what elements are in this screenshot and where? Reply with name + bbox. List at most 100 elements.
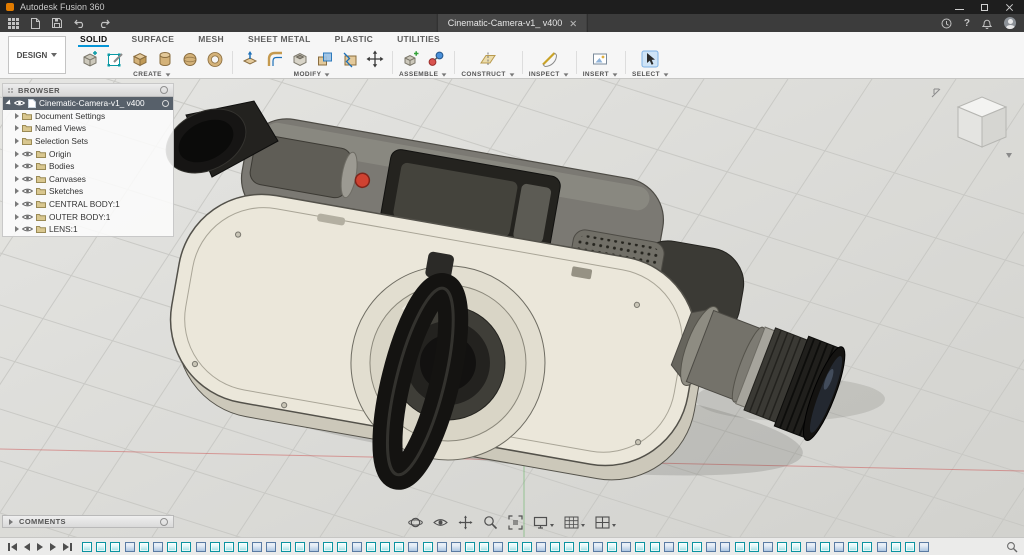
timeline-feature-icon[interactable] — [791, 542, 801, 552]
timeline-feature-icon[interactable] — [621, 542, 631, 552]
timeline-play-button[interactable] — [35, 543, 45, 551]
browser-row[interactable]: Document Settings — [3, 110, 173, 123]
file-menu-icon[interactable] — [31, 18, 40, 29]
browser-row[interactable]: Bodies — [3, 160, 173, 173]
timeline-feature-icon[interactable] — [451, 542, 461, 552]
browser-header[interactable]: BROWSER — [3, 84, 173, 97]
timeline-feature-icon[interactable] — [777, 542, 787, 552]
activate-component-radio[interactable] — [162, 100, 169, 107]
timeline-feature-icon[interactable] — [281, 542, 291, 552]
ribbon-tab[interactable]: UTILITIES — [395, 34, 442, 47]
browser-row[interactable]: LENS:1 — [3, 223, 173, 236]
visibility-eye-icon[interactable] — [22, 162, 33, 170]
tree-caret-icon[interactable] — [15, 151, 19, 157]
timeline-feature-icon[interactable] — [437, 542, 447, 552]
ribbon-tab[interactable]: SHEET METAL — [246, 34, 313, 47]
timeline-feature-icon[interactable] — [607, 542, 617, 552]
tree-caret-icon[interactable] — [15, 201, 19, 207]
timeline-feature-icon[interactable] — [110, 542, 120, 552]
comments-sync-icon[interactable] — [160, 518, 168, 526]
timeline-feature-icon[interactable] — [735, 542, 745, 552]
look-at-icon[interactable] — [433, 515, 448, 530]
timeline-feature-icon[interactable] — [848, 542, 858, 552]
timeline-feature-icon[interactable] — [706, 542, 716, 552]
timeline-feature-icon[interactable] — [181, 542, 191, 552]
timeline-feature-icon[interactable] — [536, 542, 546, 552]
timeline-step-forward-button[interactable] — [48, 543, 58, 551]
timeline-feature-icon[interactable] — [266, 542, 276, 552]
select-icon[interactable] — [640, 48, 661, 69]
job-status-icon[interactable] — [941, 18, 952, 29]
tree-caret-icon[interactable] — [15, 163, 19, 169]
tree-caret-icon[interactable] — [15, 226, 19, 232]
group-label-modify[interactable]: MODIFY — [294, 71, 331, 78]
timeline-feature-icon[interactable] — [493, 542, 503, 552]
timeline-feature-icon[interactable] — [891, 542, 901, 552]
zoom-icon[interactable] — [483, 515, 498, 530]
visibility-eye-icon[interactable] — [22, 200, 33, 208]
minimize-icon[interactable] — [955, 3, 964, 12]
timeline-feature-icon[interactable] — [550, 542, 560, 552]
tree-caret-icon[interactable] — [15, 176, 19, 182]
viewports-icon[interactable] — [595, 516, 616, 529]
notifications-bell-icon[interactable] — [982, 18, 992, 29]
timeline-feature-icon[interactable] — [465, 542, 475, 552]
timeline-feature-icon[interactable] — [664, 542, 674, 552]
timeline-feature-icon[interactable] — [650, 542, 660, 552]
visibility-eye-icon[interactable] — [22, 213, 33, 221]
group-label-construct[interactable]: CONSTRUCT — [461, 71, 514, 78]
press-pull-icon[interactable] — [239, 48, 260, 69]
save-icon[interactable] — [52, 18, 62, 28]
group-label-create[interactable]: CREATE — [133, 71, 171, 78]
timeline-feature-icon[interactable] — [252, 542, 262, 552]
data-panel-toggle-icon[interactable] — [8, 18, 19, 29]
ribbon-tab[interactable]: SOLID — [78, 34, 109, 47]
timeline-feature-icon[interactable] — [224, 542, 234, 552]
browser-row[interactable]: Sketches — [3, 185, 173, 198]
ribbon-tab[interactable]: MESH — [196, 34, 226, 47]
fillet-icon[interactable] — [264, 48, 285, 69]
cylinder-primitive-icon[interactable] — [154, 48, 175, 69]
measure-icon[interactable] — [538, 48, 559, 69]
browser-collapse-icon[interactable] — [160, 86, 168, 94]
view-cube[interactable] — [928, 83, 1016, 165]
group-label-insert[interactable]: INSERT — [583, 71, 618, 78]
timeline-feature-icon[interactable] — [862, 542, 872, 552]
create-sketch-icon[interactable] — [104, 48, 125, 69]
tree-caret-icon[interactable] — [15, 188, 19, 194]
timeline-feature-icon[interactable] — [210, 542, 220, 552]
timeline-feature-icon[interactable] — [423, 542, 433, 552]
display-settings-icon[interactable] — [533, 516, 554, 529]
timeline-feature-icon[interactable] — [820, 542, 830, 552]
timeline-feature-icon[interactable] — [380, 542, 390, 552]
timeline-feature-icon[interactable] — [337, 542, 347, 552]
orbit-icon[interactable] — [408, 515, 423, 530]
timeline-feature-icon[interactable] — [508, 542, 518, 552]
group-label-inspect[interactable]: INSPECT — [529, 71, 569, 78]
expand-icon[interactable] — [9, 519, 13, 525]
sphere-primitive-icon[interactable] — [179, 48, 200, 69]
timeline-skip-end-button[interactable] — [61, 543, 74, 551]
timeline-feature-icon[interactable] — [749, 542, 759, 552]
viewport[interactable]: BROWSER Cinematic-Camera-v1_ v400 — [0, 79, 1024, 537]
timeline-step-back-button[interactable] — [22, 543, 32, 551]
fit-icon[interactable] — [508, 515, 523, 530]
grid-snaps-icon[interactable] — [564, 516, 585, 529]
timeline-feature-icon[interactable] — [763, 542, 773, 552]
browser-row[interactable]: Canvases — [3, 173, 173, 186]
redo-icon[interactable] — [98, 18, 110, 28]
timeline-feature-icon[interactable] — [96, 542, 106, 552]
visibility-eye-icon[interactable] — [22, 150, 33, 158]
timeline-feature-icon[interactable] — [309, 542, 319, 552]
timeline-feature-icon[interactable] — [408, 542, 418, 552]
visibility-eye-icon[interactable] — [22, 187, 33, 195]
move-copy-icon[interactable] — [364, 48, 385, 69]
timeline-feature-icon[interactable] — [238, 542, 248, 552]
create-solid-icon[interactable] — [79, 48, 100, 69]
maximize-icon[interactable] — [980, 3, 989, 12]
timeline-feature-icon[interactable] — [877, 542, 887, 552]
timeline-feature-icon[interactable] — [635, 542, 645, 552]
group-label-assemble[interactable]: ASSEMBLE — [399, 71, 447, 78]
timeline-zoom-icon[interactable] — [1006, 541, 1018, 553]
tree-caret-icon[interactable] — [15, 214, 19, 220]
